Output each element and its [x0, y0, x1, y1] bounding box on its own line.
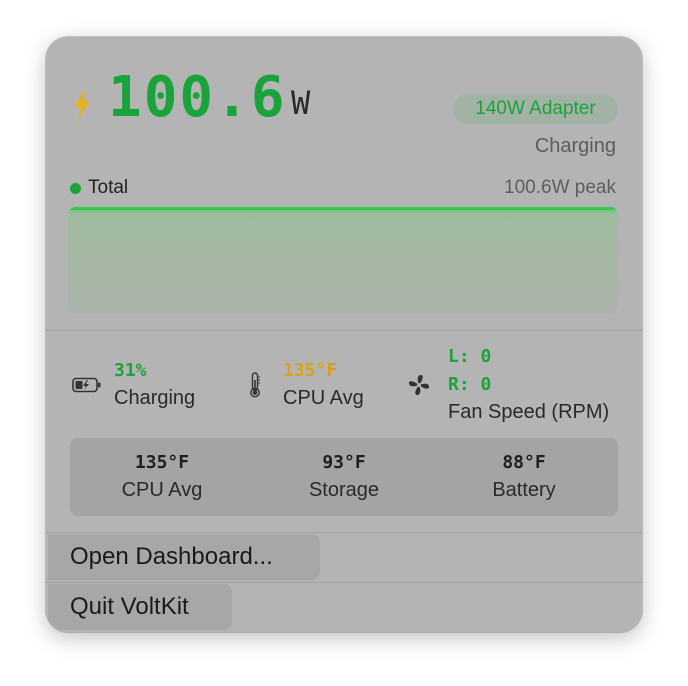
fan-icon: [409, 375, 429, 395]
battery-charging-icon: [72, 377, 101, 393]
temp-value: 93°F: [322, 452, 366, 473]
series-legend-dot: [70, 183, 81, 194]
bolt-icon: [74, 90, 90, 120]
power-value: 100.6: [108, 65, 287, 130]
power-chart: [68, 207, 618, 314]
voltkit-popover: 100.6 W 140W Adapter Charging Total 100.…: [46, 37, 642, 632]
temp-cell-cpu: 135°F CPU Avg: [72, 438, 252, 516]
temp-label: Battery: [492, 479, 556, 501]
divider: [46, 532, 642, 533]
power-series-line: [68, 207, 618, 210]
charging-status: Charging: [534, 135, 616, 157]
cpu-temp-label: CPU Avg: [283, 387, 364, 409]
peak-label: 100.6W peak: [504, 177, 616, 198]
temp-value: 88°F: [502, 452, 546, 473]
temp-cell-battery: 88°F Battery: [434, 438, 614, 516]
open-dashboard-menu-item[interactable]: Open Dashboard...: [48, 534, 320, 580]
adapter-badge: 140W Adapter: [453, 94, 618, 124]
thermometer-icon: [250, 372, 260, 398]
series-label: Total: [88, 177, 129, 198]
fan-right-rpm: R: 0: [448, 374, 492, 395]
temperature-panel: 135°F CPU Avg 93°F Storage 88°F Battery: [70, 438, 618, 516]
temp-cell-storage: 93°F Storage: [254, 438, 434, 516]
fan-speed-label: Fan Speed (RPM): [448, 401, 610, 423]
divider: [46, 582, 642, 583]
fan-left-rpm: L: 0: [448, 346, 492, 367]
quit-menu-item[interactable]: Quit VoltKit: [48, 584, 232, 630]
battery-status-label: Charging: [114, 387, 196, 409]
power-unit: W: [291, 84, 311, 122]
battery-percent: 31%: [114, 360, 147, 381]
cpu-temp-value: 135°F: [283, 360, 338, 381]
temp-label: CPU Avg: [121, 479, 203, 501]
divider: [46, 330, 642, 331]
temp-label: Storage: [308, 479, 380, 501]
temp-value: 135°F: [134, 452, 190, 473]
